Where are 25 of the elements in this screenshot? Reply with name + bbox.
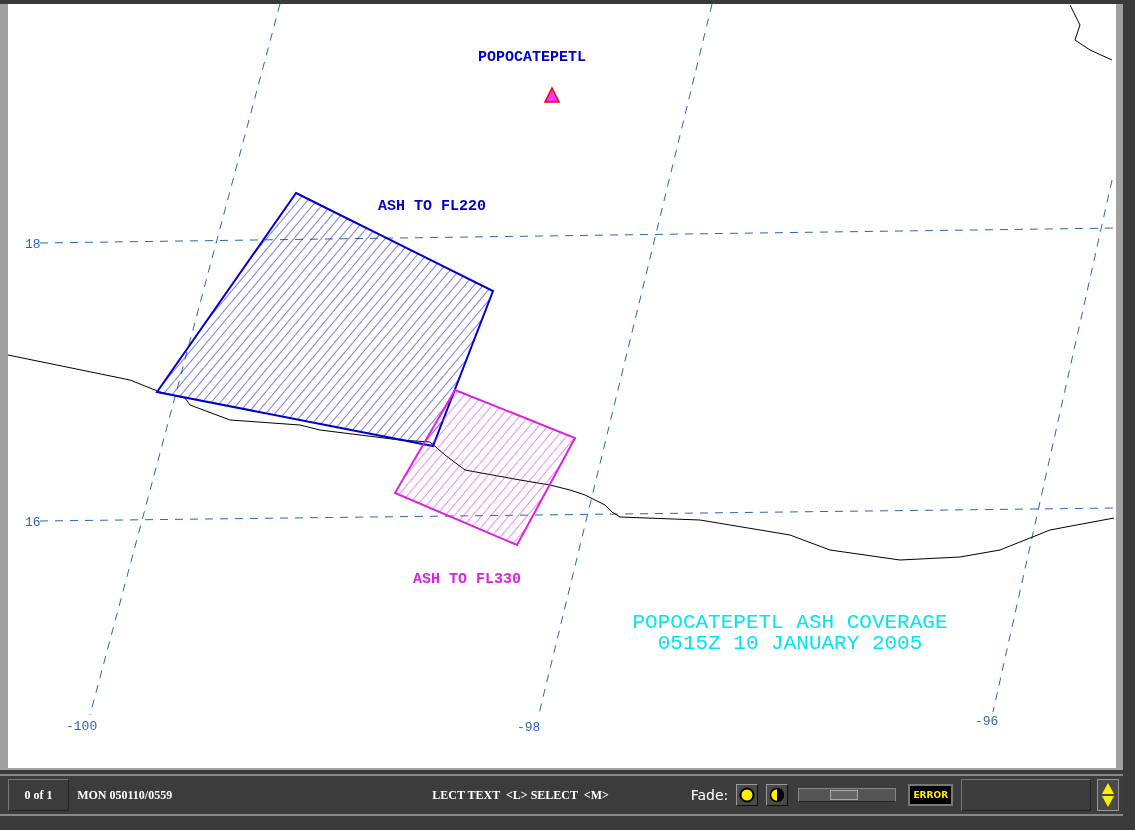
map-caption: 0515Z 10 JANUARY 2005 (657, 632, 923, 655)
fade-label: Fade: (690, 787, 729, 803)
fade-slider[interactable] (797, 788, 897, 802)
latitude-label: 18 (25, 237, 41, 252)
fade-toggle-button[interactable] (766, 784, 788, 806)
slider-thumb[interactable] (830, 790, 859, 800)
date-time: MON 050110/0559 (77, 787, 174, 803)
up-down-arrow-icon (1101, 782, 1116, 808)
ash-area-label: ASH TO FL220 (378, 198, 487, 215)
coastline (1069, 4, 1113, 61)
volcano-label: POPOCATEPETL (478, 49, 587, 66)
error-button[interactable]: ERROR (908, 784, 954, 806)
frame-counter: 0 of 1 (8, 779, 70, 811)
half-circle-icon (768, 787, 785, 803)
longitude-label: -100 (66, 719, 98, 734)
circle-icon (739, 787, 756, 803)
map-caption: POPOCATEPETL ASH COVERAGE (632, 611, 948, 634)
fade-in-button[interactable] (736, 784, 759, 806)
mouse-hint: LECT TEXT <L> SELECT <M> (432, 787, 610, 803)
volcano-icon (543, 86, 561, 103)
longitude-label: -98 (517, 720, 541, 735)
latitude-label: 16 (25, 515, 41, 530)
scroll-button[interactable] (1097, 779, 1120, 811)
longitude-label: -96 (975, 714, 999, 729)
ash-area-label: ASH TO FL330 (413, 571, 522, 588)
